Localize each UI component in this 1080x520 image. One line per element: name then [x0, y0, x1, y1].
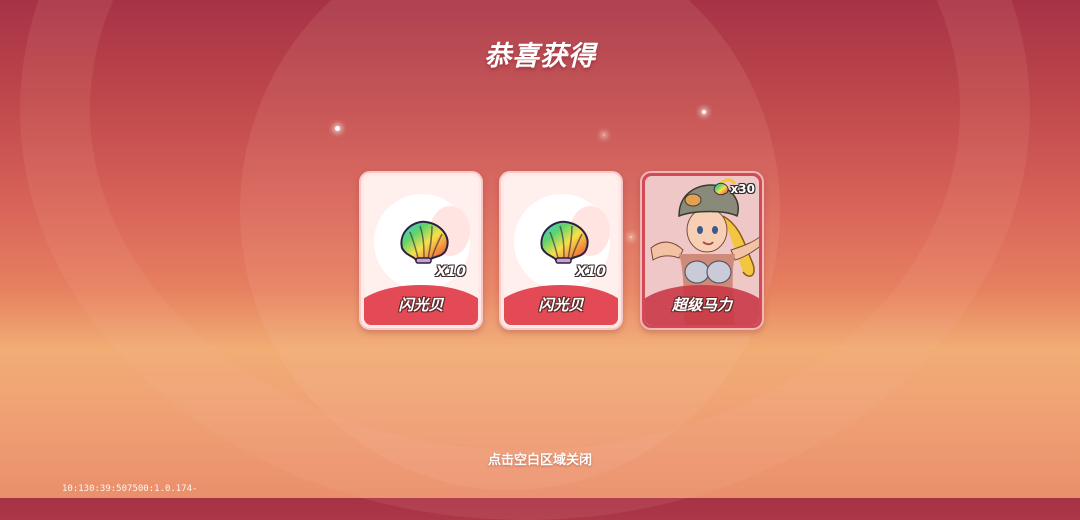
reward-name: 闪光贝	[398, 296, 444, 314]
sparkle	[335, 126, 340, 131]
rainbow-shell-icon	[400, 220, 449, 264]
version-info: 10:130:39:507500:1.0.174-	[62, 484, 198, 494]
reward-quantity: X10	[575, 264, 606, 280]
reward-card[interactable]: X10 闪光贝	[359, 171, 483, 330]
sparkle	[702, 110, 706, 114]
reward-quantity: X10	[435, 264, 466, 280]
reward-quantity-badge: x30	[712, 181, 755, 197]
close-hint[interactable]: 点击空白区域关闭	[0, 449, 1080, 468]
reward-quantity: x30	[730, 182, 755, 196]
rainbow-shell-icon	[540, 220, 589, 264]
sparkle	[630, 236, 632, 238]
reward-name: 超级马力	[671, 296, 732, 314]
rainbow-shell-icon	[713, 182, 729, 196]
reward-card-character[interactable]: x30 超级马力	[640, 171, 764, 330]
reward-card[interactable]: X10 闪光贝	[499, 171, 623, 330]
sparkle	[603, 134, 605, 136]
page-title: 恭喜获得	[484, 41, 596, 72]
reward-name: 闪光贝	[538, 296, 584, 314]
